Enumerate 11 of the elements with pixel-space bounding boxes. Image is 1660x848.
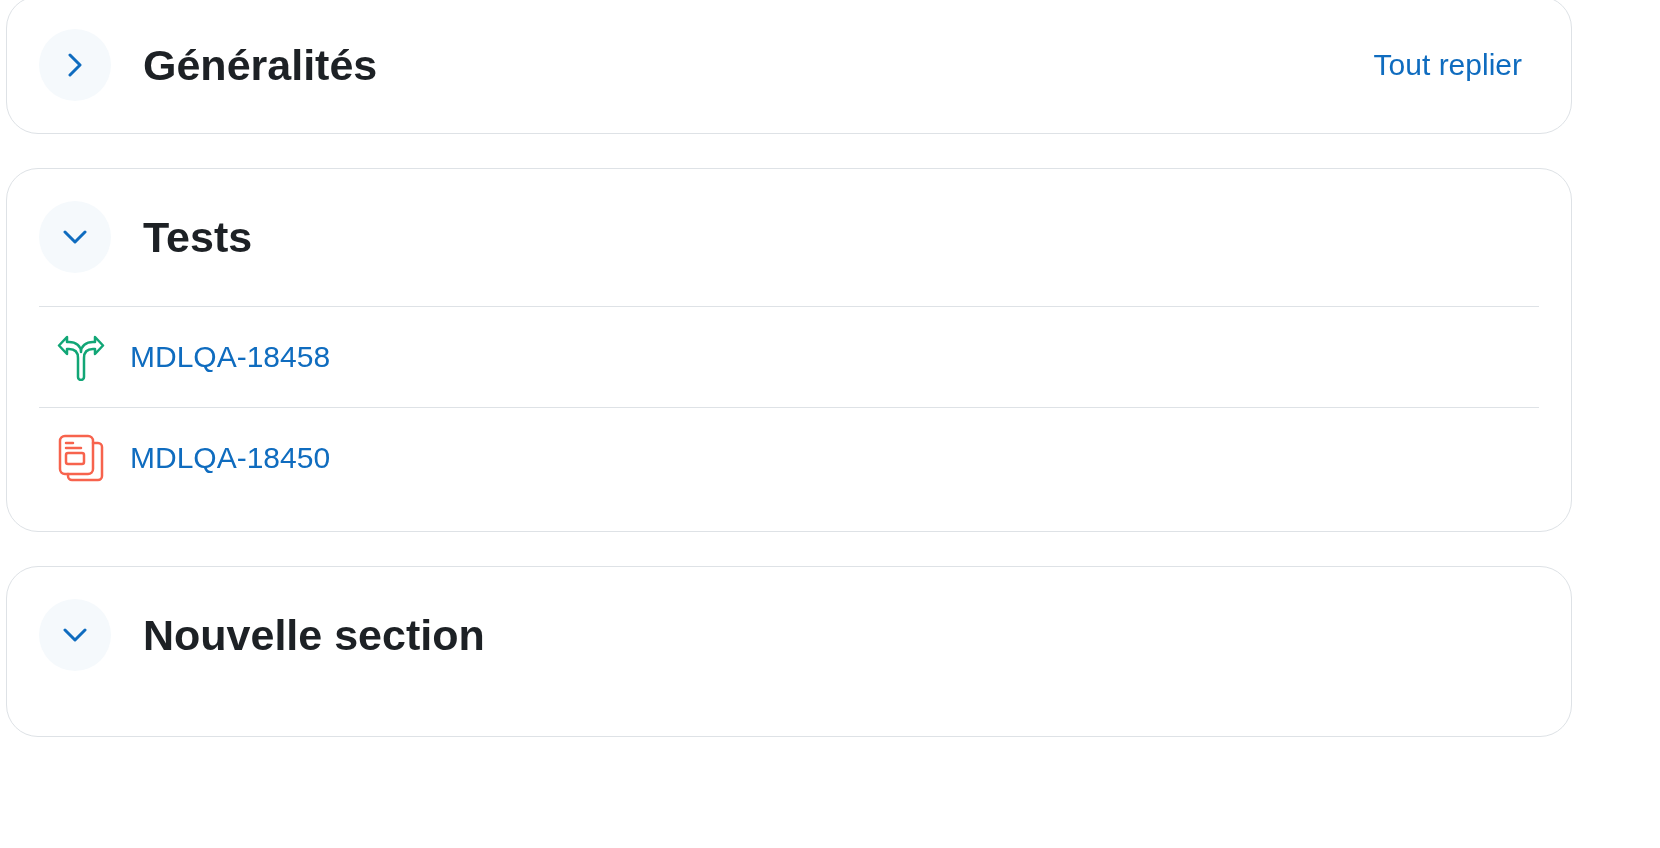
section-title: Généralités (143, 40, 379, 90)
chevron-down-icon (63, 230, 87, 244)
pages-icon (57, 434, 105, 482)
activity-link[interactable]: MDLQA-18458 (130, 340, 331, 374)
chevron-right-icon (68, 53, 82, 77)
fork-arrows-icon (57, 333, 105, 381)
chevron-down-icon (63, 628, 87, 642)
section-title: Nouvelle section (143, 610, 486, 660)
activity-link[interactable]: MDLQA-18450 (130, 441, 331, 475)
collapse-all-link[interactable]: Tout replier (1373, 48, 1522, 82)
section-title: Tests (143, 212, 254, 262)
